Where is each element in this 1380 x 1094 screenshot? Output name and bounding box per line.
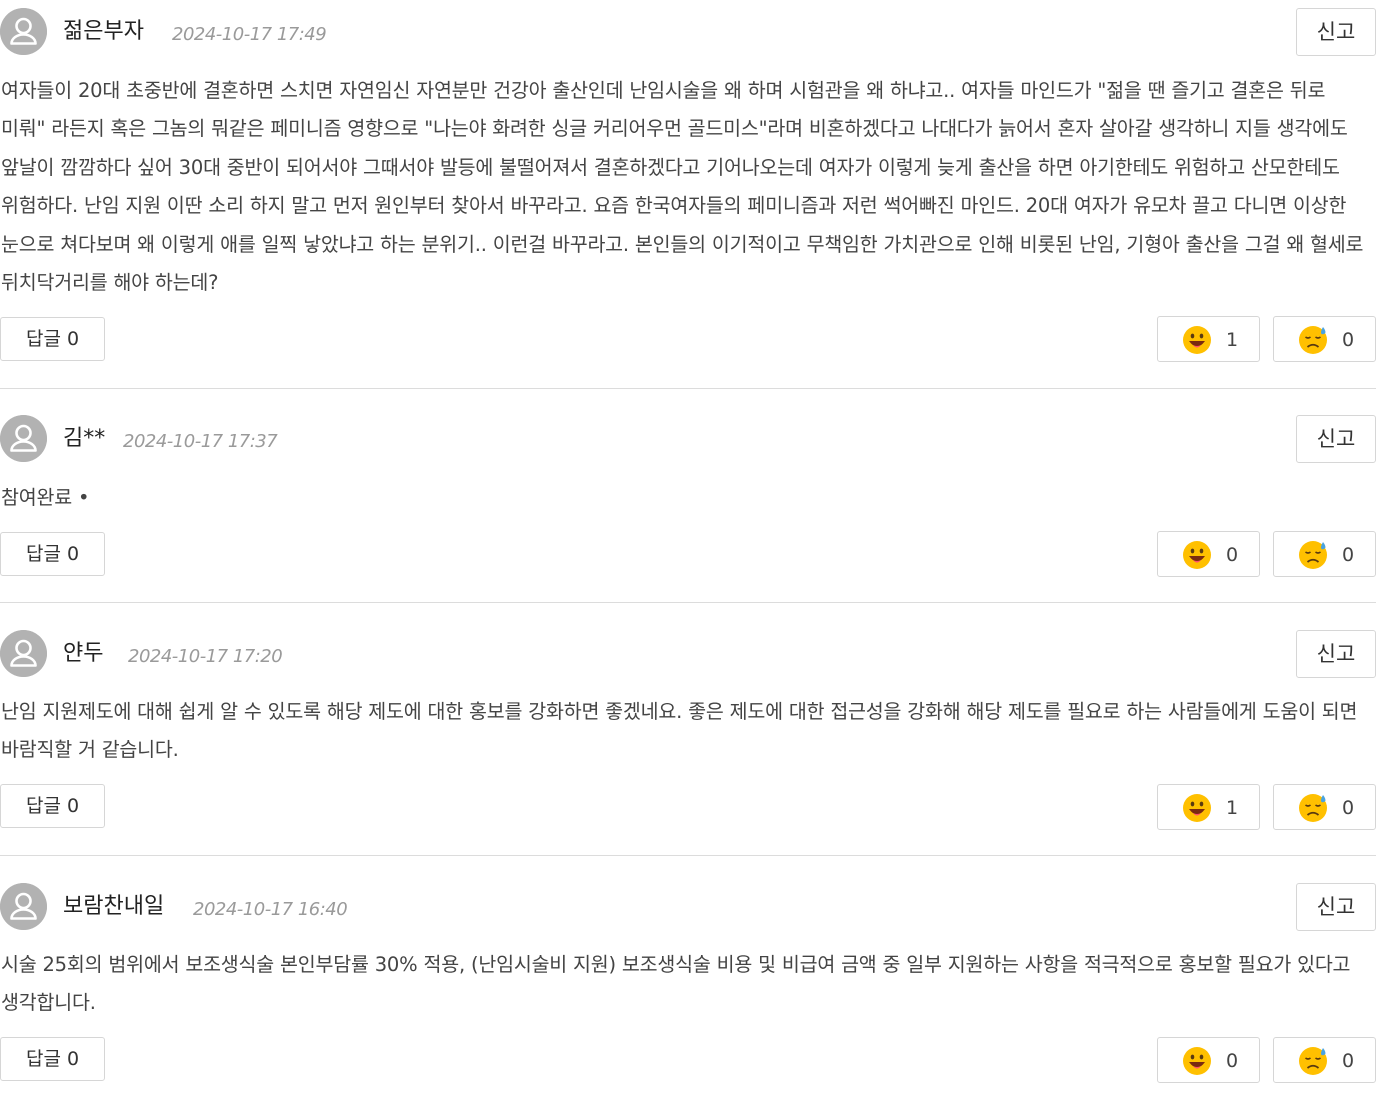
comment-divider: [0, 602, 1376, 603]
comment-date: 2024-10-17 17:49: [172, 24, 327, 45]
dislike-count: 0: [1342, 1050, 1355, 1072]
comment-body: 참여완료 •: [1, 486, 90, 509]
like-button[interactable]: 0: [1157, 1037, 1260, 1083]
comment-divider: [0, 855, 1376, 856]
comment-item: 김** 2024-10-17 17:37 신고 참여완료 • 답글 0 0 0: [0, 407, 1376, 602]
comment-date: 2024-10-17 17:37: [123, 431, 278, 452]
comment-body: 난임 지원제도에 대해 쉽게 알 수 있도록 해당 제도에 대한 홍보를 강화하…: [1, 700, 1358, 762]
like-count: 1: [1226, 329, 1239, 351]
like-button[interactable]: 1: [1157, 316, 1260, 362]
report-button[interactable]: 신고: [1296, 883, 1376, 931]
comment-author[interactable]: 얀두: [63, 639, 103, 669]
comment-divider: [0, 388, 1376, 389]
sad-sweat-face-icon: [1299, 541, 1327, 569]
grinning-face-icon: [1183, 794, 1211, 822]
comment-item: 보람찬내일 2024-10-17 16:40 신고 시술 25회의 범위에서 보…: [0, 875, 1376, 1094]
comment-body: 시술 25회의 범위에서 보조생식술 본인부담률 30% 적용, (난임시술비 …: [1, 953, 1351, 1015]
user-avatar-icon: [0, 8, 47, 55]
user-avatar-icon: [0, 883, 47, 930]
dislike-button[interactable]: 0: [1273, 531, 1376, 577]
dislike-button[interactable]: 0: [1273, 784, 1376, 830]
report-button[interactable]: 신고: [1296, 630, 1376, 678]
reply-button[interactable]: 답글 0: [0, 1037, 105, 1081]
comment-author[interactable]: 젊은부자: [63, 17, 144, 47]
sad-sweat-face-icon: [1299, 326, 1327, 354]
report-button[interactable]: 신고: [1296, 415, 1376, 463]
like-count: 0: [1226, 1050, 1239, 1072]
user-avatar-icon: [0, 630, 47, 677]
grinning-face-icon: [1183, 1047, 1211, 1075]
reply-button[interactable]: 답글 0: [0, 317, 105, 361]
comment-author[interactable]: 보람찬내일: [63, 892, 164, 922]
comment-date: 2024-10-17 16:40: [193, 899, 348, 920]
dislike-button[interactable]: 0: [1273, 316, 1376, 362]
comment-item: 얀두 2024-10-17 17:20 신고 난임 지원제도에 대해 쉽게 알 …: [0, 622, 1376, 855]
comment-item: 젊은부자 2024-10-17 17:49 신고 여자들이 20대 초중반에 결…: [0, 0, 1376, 388]
sad-sweat-face-icon: [1299, 1047, 1327, 1075]
like-button[interactable]: 1: [1157, 784, 1260, 830]
like-count: 0: [1226, 544, 1239, 566]
like-count: 1: [1226, 797, 1239, 819]
dislike-count: 0: [1342, 797, 1355, 819]
dislike-count: 0: [1342, 544, 1355, 566]
user-avatar-icon: [0, 415, 47, 462]
like-button[interactable]: 0: [1157, 531, 1260, 577]
report-button[interactable]: 신고: [1296, 8, 1376, 56]
grinning-face-icon: [1183, 326, 1211, 354]
reply-button[interactable]: 답글 0: [0, 532, 105, 576]
grinning-face-icon: [1183, 541, 1211, 569]
reply-button[interactable]: 답글 0: [0, 784, 105, 828]
dislike-count: 0: [1342, 329, 1355, 351]
sad-sweat-face-icon: [1299, 794, 1327, 822]
comment-author[interactable]: 김**: [63, 424, 105, 454]
comment-date: 2024-10-17 17:20: [128, 646, 283, 667]
dislike-button[interactable]: 0: [1273, 1037, 1376, 1083]
comment-body: 여자들이 20대 초중반에 결혼하면 스치면 자연임신 자연분만 건강아 출산인…: [1, 79, 1364, 295]
